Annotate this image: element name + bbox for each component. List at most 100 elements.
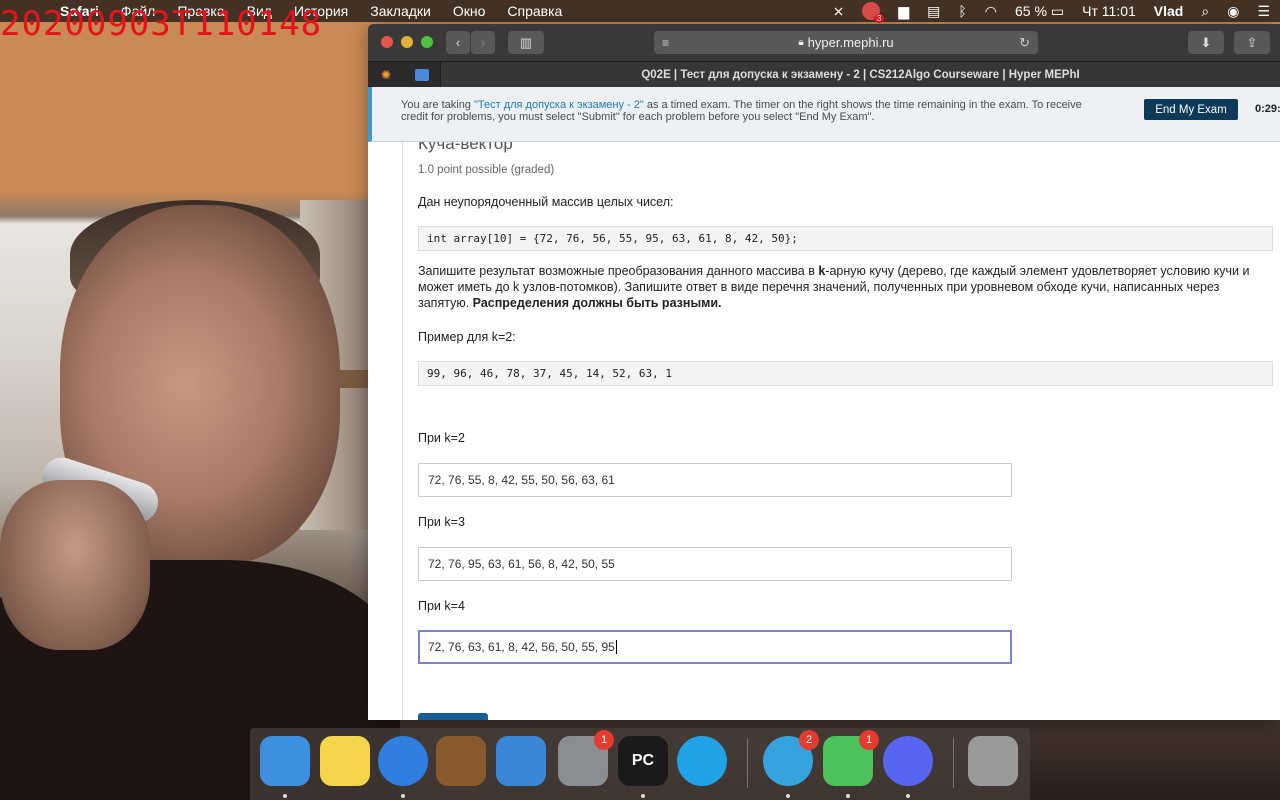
problem-content: Куча-вектор 1.0 point possible (graded) … bbox=[368, 142, 1280, 720]
dock-separator bbox=[747, 738, 748, 788]
dock-app-facetime[interactable]: 1 bbox=[823, 730, 879, 786]
battery-icon[interactable]: ▭ bbox=[1051, 3, 1064, 20]
menu-help[interactable]: Справка bbox=[507, 3, 562, 19]
browser-toolbar: ‹ › ▥ ≡ 🔒︎ hyper.mephi.ru ↻ ⬇ ⇪ bbox=[368, 24, 1280, 61]
notification-app-icon[interactable]: 3 bbox=[862, 2, 885, 23]
pinned-tab-2[interactable] bbox=[408, 65, 436, 85]
lock-icon: 🔒︎ bbox=[798, 37, 804, 48]
notification-badge: 3 bbox=[873, 14, 885, 23]
recording-timestamp: 20200903T110148 bbox=[0, 4, 323, 44]
url-text: hyper.mephi.ru bbox=[807, 35, 894, 50]
share-icon: ⇪ bbox=[1246, 34, 1258, 50]
person-hand bbox=[0, 480, 150, 650]
answer-label-k2: При k=2 bbox=[418, 431, 465, 445]
problem-title: Куча-вектор bbox=[418, 142, 513, 153]
no-pen-icon[interactable]: ⨯ bbox=[833, 3, 845, 20]
bluetooth-icon[interactable]: ᛒ bbox=[958, 3, 966, 19]
exam-link[interactable]: "Тест для допуска к экзамену - 2" bbox=[474, 99, 644, 111]
pinned-site-icon: ✺ bbox=[380, 68, 392, 82]
active-tab[interactable]: Q02E | Тест для допуска к экзамену - 2 |… bbox=[440, 62, 1280, 88]
dock-app-pycharm[interactable]: PC bbox=[618, 736, 668, 786]
safari-window: ‹ › ▥ ≡ 🔒︎ hyper.mephi.ru ↻ ⬇ ⇪ ✺ Q02E |… bbox=[368, 24, 1280, 720]
siri-icon[interactable]: ◉ bbox=[1227, 3, 1239, 20]
dock-separator bbox=[953, 738, 954, 788]
answer-input-k2[interactable]: 72, 76, 55, 8, 42, 55, 50, 56, 63, 61 bbox=[418, 463, 1012, 497]
clock[interactable]: Чт 11:01 bbox=[1082, 3, 1136, 19]
dock-app-skype[interactable] bbox=[677, 736, 727, 786]
download-icon: ⬇ bbox=[1200, 34, 1212, 50]
close-window-button[interactable] bbox=[381, 36, 393, 48]
text-caret bbox=[615, 640, 617, 654]
tab-title: Q02E | Тест для допуска к экзамену - 2 |… bbox=[641, 69, 1080, 81]
dock-app-xcode[interactable] bbox=[496, 736, 546, 786]
content-rail bbox=[402, 142, 403, 720]
dock-badge: 2 bbox=[799, 730, 819, 750]
tab-bar: ✺ Q02E | Тест для допуска к экзамену - 2… bbox=[368, 61, 1280, 88]
answer-label-k3: При k=3 bbox=[418, 515, 465, 529]
exam-timer: 0:29: bbox=[1255, 103, 1280, 115]
pinned-chat-icon bbox=[415, 69, 429, 81]
forward-button[interactable]: › bbox=[471, 31, 495, 54]
dock-app-system-preferences[interactable]: 1 bbox=[558, 730, 614, 786]
running-indicator bbox=[401, 794, 405, 798]
running-indicator bbox=[906, 794, 910, 798]
user-name[interactable]: Vlad bbox=[1154, 3, 1184, 19]
array-code-block: int array[10] = {72, 76, 56, 55, 95, 63,… bbox=[418, 226, 1273, 251]
timed-exam-banner: You are taking "Тест для допуска к экзам… bbox=[368, 87, 1280, 142]
dock-app-safari[interactable] bbox=[378, 736, 428, 786]
problem-task: Запишите результат возможные преобразова… bbox=[418, 263, 1273, 311]
running-indicator bbox=[846, 794, 850, 798]
answer-value-k3: 72, 76, 95, 63, 61, 56, 8, 42, 50, 55 bbox=[428, 557, 615, 571]
spotlight-search-icon[interactable]: ⌕ bbox=[1201, 3, 1209, 20]
exam-banner-message: You are taking "Тест для допуска к экзам… bbox=[401, 99, 1101, 123]
share-button[interactable]: ⇪ bbox=[1234, 31, 1270, 54]
end-my-exam-button[interactable]: End My Exam bbox=[1144, 99, 1238, 120]
downloads-button[interactable]: ⬇ bbox=[1188, 31, 1224, 54]
dock-app-finder[interactable] bbox=[260, 736, 310, 786]
example-code-block: 99, 96, 46, 78, 37, 45, 14, 52, 63, 1 bbox=[418, 361, 1273, 386]
dock-app-discord[interactable] bbox=[883, 736, 933, 786]
problem-intro: Дан неупорядоченный массив целых чисел: bbox=[418, 195, 674, 209]
answer-input-k3[interactable]: 72, 76, 95, 63, 61, 56, 8, 42, 50, 55 bbox=[418, 547, 1012, 581]
answer-value-k4: 72, 76, 63, 61, 8, 42, 56, 50, 55, 95 bbox=[428, 640, 615, 654]
pinned-tab-1[interactable]: ✺ bbox=[372, 65, 400, 85]
flag-us-icon[interactable]: ▤ bbox=[927, 3, 940, 20]
back-button[interactable]: ‹ bbox=[446, 31, 470, 54]
dock-app-telegram[interactable]: 2 bbox=[763, 730, 819, 786]
submit-button[interactable] bbox=[418, 713, 488, 720]
sidebar-toggle-button[interactable]: ▥ bbox=[508, 31, 544, 54]
answer-label-k4: При k=4 bbox=[418, 599, 465, 613]
sidebar-icon: ▥ bbox=[519, 34, 533, 50]
reload-icon[interactable]: ↻ bbox=[1019, 35, 1030, 51]
answer-input-k4[interactable]: 72, 76, 63, 61, 8, 42, 56, 50, 55, 95 bbox=[418, 630, 1012, 664]
chevron-right-icon: › bbox=[480, 35, 486, 50]
running-indicator bbox=[641, 794, 645, 798]
dock-badge: 1 bbox=[859, 730, 879, 750]
reader-view-icon[interactable]: ≡ bbox=[662, 36, 669, 50]
example-label: Пример для k=2: bbox=[418, 330, 516, 344]
message-icon[interactable]: ▆ bbox=[898, 3, 909, 20]
dock-app-trash[interactable] bbox=[968, 736, 1018, 786]
chevron-left-icon: ‹ bbox=[455, 35, 461, 50]
status-area: ⨯ 3 ▆ ▤ ᛒ ◠ 65 % ▭ Чт 11:01 Vlad ⌕ ◉ ☰ bbox=[815, 0, 1270, 23]
running-indicator bbox=[786, 794, 790, 798]
pycharm-icon: PC bbox=[631, 752, 655, 769]
dock-app-garageband[interactable] bbox=[436, 736, 486, 786]
dock-badge: 1 bbox=[594, 730, 614, 750]
answer-value-k2: 72, 76, 55, 8, 42, 55, 50, 56, 63, 61 bbox=[428, 473, 615, 487]
task-text-before: Запишите результат возможные преобразова… bbox=[418, 264, 819, 278]
problem-points: 1.0 point possible (graded) bbox=[418, 164, 555, 176]
battery-percent[interactable]: 65 % bbox=[1015, 3, 1047, 19]
running-indicator bbox=[283, 794, 287, 798]
banner-text-before: You are taking bbox=[401, 99, 474, 111]
control-center-icon[interactable]: ☰ bbox=[1257, 3, 1270, 20]
fullscreen-window-button[interactable] bbox=[421, 36, 433, 48]
dock-app-notes[interactable] bbox=[320, 736, 370, 786]
task-bold-note: Распределения должны быть разными. bbox=[472, 296, 722, 310]
menu-window[interactable]: Окно bbox=[453, 3, 486, 19]
minimize-window-button[interactable] bbox=[401, 36, 413, 48]
address-bar[interactable]: ≡ 🔒︎ hyper.mephi.ru ↻ bbox=[654, 31, 1038, 54]
menu-bookmarks[interactable]: Закладки bbox=[370, 3, 431, 19]
dock: 1 PC 2 1 bbox=[250, 728, 1030, 800]
wifi-icon[interactable]: ◠ bbox=[985, 3, 997, 20]
